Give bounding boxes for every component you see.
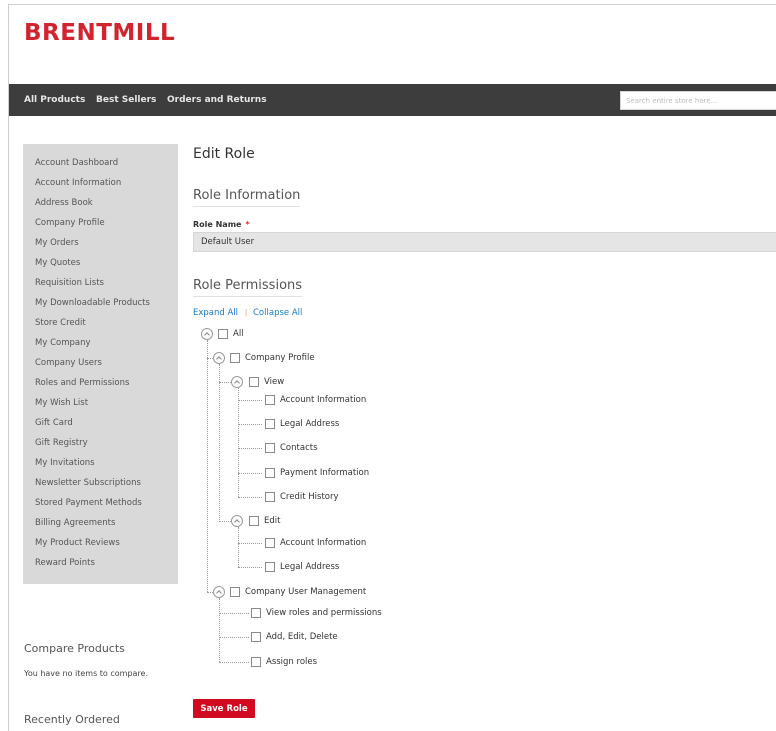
nav-best-sellers[interactable]: Best Sellers [96, 95, 156, 105]
link-separator: | [245, 308, 248, 317]
sidebar-item-gift-card[interactable]: Gift Card [35, 418, 73, 428]
page-title: Edit Role [193, 146, 255, 162]
sidebar-item-my-invitations[interactable]: My Invitations [35, 458, 95, 468]
checkbox-view-contacts[interactable] [265, 443, 275, 453]
compare-products-empty: You have no items to compare. [24, 669, 149, 678]
node-label-edit-account-information[interactable]: Account Information [280, 538, 366, 548]
tree-line [219, 364, 220, 522]
sidebar-item-billing-agreements[interactable]: Billing Agreements [35, 518, 115, 528]
sidebar-item-address-book[interactable]: Address Book [35, 198, 93, 208]
account-sidebar: Account Dashboard Account Information Ad… [23, 144, 178, 584]
view-node-toggle[interactable] [231, 376, 243, 388]
checkbox-edit-legal-address[interactable] [265, 562, 275, 572]
node-label-edit-legal-address[interactable]: Legal Address [280, 562, 339, 572]
tree-line [238, 473, 262, 474]
user-management-toggle[interactable] [213, 586, 225, 598]
sidebar-item-company-profile[interactable]: Company Profile [35, 218, 105, 228]
sidebar-item-account-dashboard[interactable]: Account Dashboard [35, 158, 118, 168]
sidebar-item-newsletter-subscriptions[interactable]: Newsletter Subscriptions [35, 478, 141, 488]
sidebar-item-reward-points[interactable]: Reward Points [35, 558, 95, 568]
role-permissions-title: Role Permissions [193, 278, 303, 297]
sidebar-item-my-wish-list[interactable]: My Wish List [35, 398, 88, 408]
edit-node-toggle[interactable] [231, 515, 243, 527]
tree-line [238, 388, 239, 497]
recently-ordered-title: Recently Ordered [24, 713, 120, 726]
sidebar-item-my-company[interactable]: My Company [35, 338, 91, 348]
node-label-view-legal-address[interactable]: Legal Address [280, 419, 339, 429]
compare-products-title: Compare Products [24, 642, 125, 655]
sidebar-item-requisition-lists[interactable]: Requisition Lists [35, 278, 104, 288]
role-information-title: Role Information [193, 188, 301, 207]
node-label-view-credit-history[interactable]: Credit History [280, 492, 339, 502]
tree-line [238, 567, 262, 568]
tree-line [238, 527, 239, 567]
checkbox-view-roles-and-permissions[interactable] [251, 608, 261, 618]
role-name-label: Role Name * [193, 220, 250, 229]
tree-line [238, 543, 262, 544]
tree-line [238, 497, 262, 498]
tree-line [207, 358, 208, 592]
required-mark: * [245, 220, 250, 229]
node-label-company-user-management[interactable]: Company User Management [245, 587, 366, 597]
node-label-view-payment-information[interactable]: Payment Information [280, 468, 369, 478]
checkbox-edit[interactable] [249, 516, 259, 526]
tree-line [219, 382, 231, 383]
tree-line [207, 340, 208, 358]
checkbox-assign-roles[interactable] [251, 657, 261, 667]
role-name-input[interactable] [193, 232, 776, 252]
checkbox-view[interactable] [249, 377, 259, 387]
save-role-button[interactable]: Save Role [193, 699, 255, 718]
page-frame: BRENTMILL All Products Best Sellers Orde… [8, 4, 776, 731]
tree-line [238, 424, 262, 425]
checkbox-edit-account-information[interactable] [265, 538, 275, 548]
tree-line [219, 598, 220, 662]
tree-line [238, 448, 262, 449]
collapse-all-link[interactable]: Collapse All [253, 308, 302, 318]
sidebar-item-my-product-reviews[interactable]: My Product Reviews [35, 538, 120, 548]
sidebar-item-my-quotes[interactable]: My Quotes [35, 258, 80, 268]
checkbox-view-account-information[interactable] [265, 395, 275, 405]
node-label-view-roles-and-permissions[interactable]: View roles and permissions [266, 608, 382, 618]
company-profile-toggle[interactable] [213, 352, 225, 364]
checkbox-add-edit-delete[interactable] [251, 632, 261, 642]
node-label-view-contacts[interactable]: Contacts [280, 443, 318, 453]
nav-all-products[interactable]: All Products [24, 95, 85, 105]
tree-line [219, 662, 249, 663]
node-label-assign-roles[interactable]: Assign roles [266, 657, 317, 667]
tree-line [238, 400, 262, 401]
collapse-all-node-toggle[interactable] [201, 328, 213, 340]
checkbox-all[interactable] [218, 329, 228, 339]
tree-line [219, 637, 249, 638]
sidebar-item-my-orders[interactable]: My Orders [35, 238, 79, 248]
nav-orders-and-returns[interactable]: Orders and Returns [167, 95, 267, 105]
brand-logo[interactable]: BRENTMILL [24, 20, 175, 46]
checkbox-view-payment-information[interactable] [265, 468, 275, 478]
node-label-company-profile[interactable]: Company Profile [245, 353, 315, 363]
sidebar-item-gift-registry[interactable]: Gift Registry [35, 438, 88, 448]
node-label-add-edit-delete[interactable]: Add, Edit, Delete [266, 632, 338, 642]
sidebar-item-stored-payment-methods[interactable]: Stored Payment Methods [35, 498, 142, 508]
sidebar-item-roles-and-permissions[interactable]: Roles and Permissions [35, 378, 129, 388]
checkbox-company-profile[interactable] [230, 353, 240, 363]
tree-line [219, 521, 231, 522]
node-label-all[interactable]: All [233, 329, 244, 339]
top-navigation: All Products Best Sellers Orders and Ret… [9, 84, 776, 116]
checkbox-view-legal-address[interactable] [265, 419, 275, 429]
tree-line [219, 613, 249, 614]
checkbox-view-credit-history[interactable] [265, 492, 275, 502]
checkbox-company-user-management[interactable] [230, 587, 240, 597]
sidebar-item-account-information[interactable]: Account Information [35, 178, 121, 188]
role-name-label-text: Role Name [193, 220, 242, 229]
sidebar-item-store-credit[interactable]: Store Credit [35, 318, 86, 328]
search-input[interactable] [620, 91, 776, 110]
node-label-edit[interactable]: Edit [264, 516, 280, 526]
node-label-view[interactable]: View [264, 377, 284, 387]
node-label-view-account-information[interactable]: Account Information [280, 395, 366, 405]
expand-all-link[interactable]: Expand All [193, 308, 238, 318]
sidebar-item-company-users[interactable]: Company Users [35, 358, 102, 368]
sidebar-item-downloadable-products[interactable]: My Downloadable Products [35, 298, 150, 308]
